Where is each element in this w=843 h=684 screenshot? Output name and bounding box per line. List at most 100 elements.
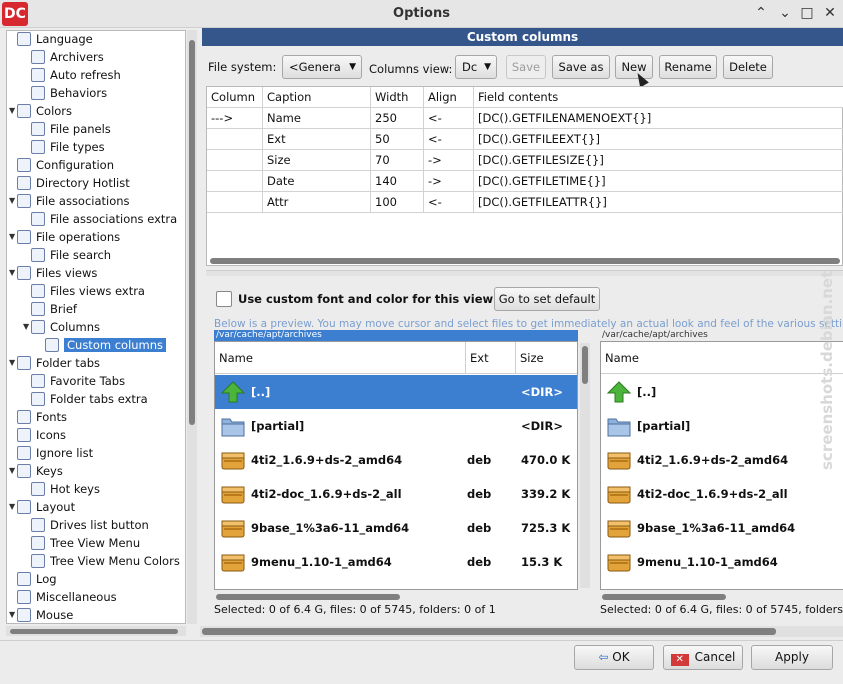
tree-item-configuration[interactable]: Configuration — [17, 156, 114, 174]
tree-scroll-thumb[interactable] — [189, 40, 195, 425]
tree-item-behaviors[interactable]: Behaviors — [31, 84, 107, 102]
grid-cell[interactable]: [DC().GETFILEATTR{}] — [474, 192, 843, 213]
close-button[interactable]: ✕ — [821, 4, 839, 22]
column-header-ext[interactable]: Ext — [466, 342, 516, 374]
grid-cell[interactable]: Ext — [263, 129, 371, 150]
file-row[interactable]: [partial] <DIR> — [215, 409, 577, 443]
rename-button[interactable]: Rename — [659, 55, 717, 79]
grid-cell[interactable] — [207, 129, 263, 150]
tree-hscroll-thumb[interactable] — [10, 629, 178, 634]
tree-item-files-views[interactable]: Files views — [17, 264, 97, 282]
tree-item-tree-view-menu[interactable]: Tree View Menu — [31, 534, 140, 552]
grid-cell[interactable]: [DC().GETFILESIZE{}] — [474, 150, 843, 171]
tree-item-file-associations-extra[interactable]: File associations extra — [31, 210, 177, 228]
column-header-name[interactable]: Name — [215, 342, 466, 374]
tree-item-drives-list-button[interactable]: Drives list button — [31, 516, 149, 534]
grid-cell[interactable]: Name — [263, 108, 371, 129]
right-panel-hscroll-thumb[interactable] — [602, 594, 726, 600]
left-panel-scroll-thumb[interactable] — [582, 346, 588, 384]
file-row[interactable]: 4ti2-doc_1.6.9+ds-2_all deb 339.2 K — [215, 477, 577, 511]
tree-item-directory-hotlist[interactable]: Directory Hotlist — [17, 174, 130, 192]
left-panel-hscroll-thumb[interactable] — [216, 594, 400, 600]
tree-item-tree-view-menu-colors[interactable]: Tree View Menu Colors — [31, 552, 180, 570]
cancel-button[interactable]: ✕ Cancel — [663, 645, 743, 670]
save-as-button[interactable]: Save as — [552, 55, 610, 79]
file-system-combo[interactable]: <Genera ▼ — [282, 55, 362, 79]
grid-cell[interactable] — [207, 192, 263, 213]
file-row[interactable]: 4ti2_1.6.9+ds-2_amd64 deb 470.0 K — [215, 443, 577, 477]
right-file-panel[interactable]: Name [..] [partial] 4ti2_1.6.9+ds-2_amd64 4… — [600, 341, 843, 590]
tree-item-log[interactable]: Log — [17, 570, 57, 588]
columns-view-combo[interactable]: Dc ▼ — [455, 55, 497, 79]
file-row[interactable]: 9base_1%3a6-11_amd64 — [601, 511, 843, 545]
save-button[interactable]: Save — [506, 55, 546, 79]
collapse-button[interactable]: ⌃ — [752, 4, 770, 22]
grid-cell[interactable]: <- — [424, 108, 474, 129]
file-row[interactable]: 9menu_1.10-1_amd64 — [601, 545, 843, 579]
tree-item-archivers[interactable]: Archivers — [31, 48, 104, 66]
grid-cell[interactable]: Date — [263, 171, 371, 192]
columns-grid[interactable]: Column Caption Width Align Field contents ---… — [206, 86, 843, 266]
tree-item-files-views-extra[interactable]: Files views extra — [31, 282, 145, 300]
grid-cell[interactable]: <- — [424, 129, 474, 150]
grid-horizontal-scrollbar[interactable] — [210, 258, 840, 264]
left-file-panel[interactable]: Name Ext Size [..] <DIR> [partial] <DIR> 4ti… — [214, 341, 578, 590]
grid-cell[interactable]: 50 — [371, 129, 424, 150]
tree-item-hot-keys[interactable]: Hot keys — [31, 480, 100, 498]
grid-cell[interactable]: -> — [424, 171, 474, 192]
right-path-bar[interactable]: /var/cache/apt/archives — [602, 330, 843, 341]
grid-header-field-contents[interactable]: Field contents — [474, 87, 843, 108]
tree-item-file-search[interactable]: File search — [31, 246, 111, 264]
grid-header-width[interactable]: Width — [371, 87, 424, 108]
ok-button[interactable]: ⇦ OK — [574, 645, 654, 670]
tree-item-file-operations[interactable]: File operations — [17, 228, 120, 246]
file-row[interactable]: 9base_1%3a6-11_amd64 deb 725.3 K — [215, 511, 577, 545]
tree-item-file-panels[interactable]: File panels — [31, 120, 111, 138]
minimize-button[interactable]: ⌄ — [776, 4, 794, 22]
grid-cell[interactable] — [207, 150, 263, 171]
go-to-set-default-button[interactable]: Go to set default — [494, 287, 600, 311]
grid-cell[interactable]: [DC().GETFILETIME{}] — [474, 171, 843, 192]
tree-item-fonts[interactable]: Fonts — [17, 408, 67, 426]
grid-cell[interactable]: 140 — [371, 171, 424, 192]
tree-item-file-types[interactable]: File types — [31, 138, 105, 156]
column-header-size[interactable]: Size — [516, 342, 577, 374]
grid-cell[interactable]: [DC().GETFILEEXT{}] — [474, 129, 843, 150]
grid-cell[interactable]: Attr — [263, 192, 371, 213]
tree-item-folder-tabs[interactable]: Folder tabs — [17, 354, 100, 372]
tree-item-mouse[interactable]: Mouse — [17, 606, 73, 623]
left-path-bar[interactable]: /var/cache/apt/archives — [214, 330, 578, 341]
maximize-button[interactable]: □ — [798, 4, 816, 22]
tree-item-colors[interactable]: Colors — [17, 102, 72, 120]
tree-item-folder-tabs-extra[interactable]: Folder tabs extra — [31, 390, 148, 408]
tree-item-miscellaneous[interactable]: Miscellaneous — [17, 588, 117, 606]
file-row[interactable]: 4ti2-doc_1.6.9+ds-2_all — [601, 477, 843, 511]
tree-item-keys[interactable]: Keys — [17, 462, 63, 480]
splitter-handle[interactable] — [206, 270, 843, 276]
custom-font-checkbox[interactable] — [216, 291, 232, 307]
file-row[interactable]: 9menu_1.10-1_amd64 deb 15.3 K — [215, 545, 577, 579]
tree-item-icons[interactable]: Icons — [17, 426, 66, 444]
tree-item-auto-refresh[interactable]: Auto refresh — [31, 66, 121, 84]
tree-item-brief[interactable]: Brief — [31, 300, 77, 318]
grid-cell[interactable]: ---> — [207, 108, 263, 129]
grid-cell[interactable]: Size — [263, 150, 371, 171]
file-row[interactable]: [..] <DIR> — [215, 375, 577, 409]
tree-item-language[interactable]: Language — [17, 31, 93, 48]
tree-item-favorite-tabs[interactable]: Favorite Tabs — [31, 372, 125, 390]
apply-button[interactable]: Apply — [751, 645, 833, 670]
tree-item-file-associations[interactable]: File associations — [17, 192, 130, 210]
delete-button[interactable]: Delete — [723, 55, 773, 79]
tree-item-ignore-list[interactable]: Ignore list — [17, 444, 93, 462]
grid-header-column[interactable]: Column — [207, 87, 263, 108]
grid-cell[interactable]: -> — [424, 150, 474, 171]
file-row[interactable]: 4ti2_1.6.9+ds-2_amd64 — [601, 443, 843, 477]
grid-cell[interactable]: [DC().GETFILENAMENOEXT{}] — [474, 108, 843, 129]
grid-cell[interactable] — [207, 171, 263, 192]
options-hscroll-thumb[interactable] — [202, 628, 776, 635]
grid-header-align[interactable]: Align — [424, 87, 474, 108]
tree-item-layout[interactable]: Layout — [17, 498, 75, 516]
grid-cell[interactable]: 70 — [371, 150, 424, 171]
grid-cell[interactable]: 100 — [371, 192, 424, 213]
file-row[interactable]: [..] — [601, 375, 843, 409]
